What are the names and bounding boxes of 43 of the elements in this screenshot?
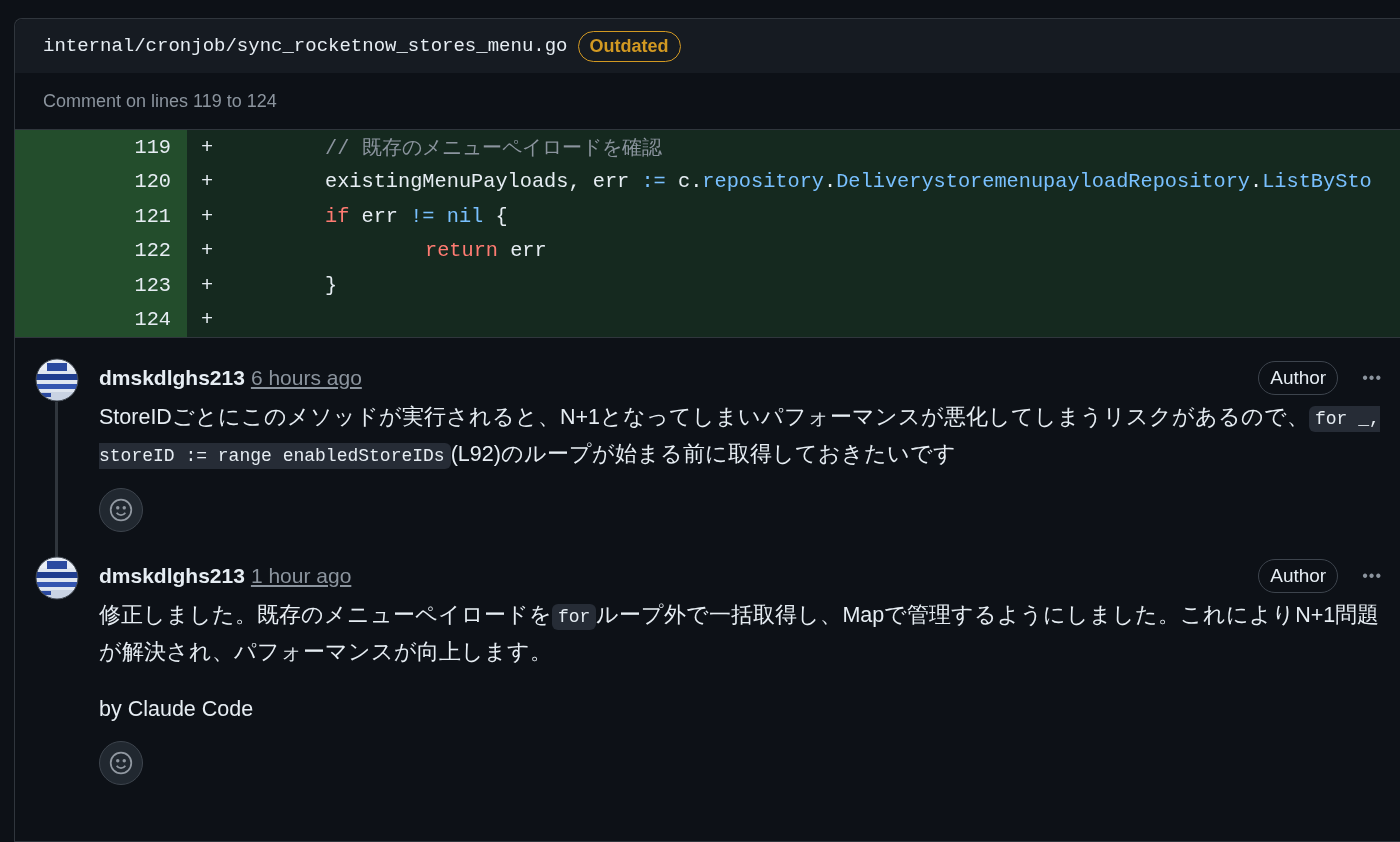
code-token: err bbox=[360, 204, 400, 228]
code-token: . bbox=[824, 170, 837, 194]
avatar bbox=[35, 358, 79, 402]
code-token: } bbox=[325, 273, 338, 297]
timestamp-link[interactable]: 1 hour ago bbox=[250, 564, 352, 588]
diff-sign: + bbox=[201, 170, 215, 194]
code-token: c. bbox=[676, 170, 703, 194]
line-number-cell: 124 bbox=[15, 302, 187, 337]
code-token: if bbox=[325, 204, 350, 228]
code-token: return bbox=[425, 239, 499, 263]
code-token: . bbox=[1250, 170, 1263, 194]
diff-sign: + bbox=[201, 273, 215, 297]
code-token: // 既存のメニューペイロードを確認 bbox=[325, 136, 662, 162]
file-path[interactable]: internal/cronjob/sync_rocketnow_stores_menu.go bbox=[43, 35, 568, 57]
smiley-icon bbox=[108, 497, 134, 523]
line-number-cell: 121 bbox=[15, 199, 187, 234]
smiley-icon bbox=[108, 750, 134, 776]
diff-sign: + bbox=[201, 239, 215, 263]
code-token: { bbox=[494, 204, 508, 228]
code-token: != nil bbox=[410, 204, 484, 228]
add-reaction-button[interactable] bbox=[99, 488, 143, 532]
code-token: := bbox=[641, 170, 666, 194]
diff-sign: + bbox=[201, 204, 215, 228]
timestamp-link[interactable]: 6 hours ago bbox=[250, 366, 362, 390]
author-name[interactable]: dmskdlghs213 bbox=[99, 564, 245, 588]
comment-text: 修正しました。既存のメニューペイロードを for ループ外で一括取得し、Mapで管理するようにしました。これによりN+1問題が解決され、パフォーマンスが向上します。 bbox=[99, 602, 1381, 666]
more-options-button[interactable]: ••• bbox=[1358, 563, 1386, 589]
comment-text: by Claude Code bbox=[99, 696, 255, 723]
line-number-cell: 120 bbox=[15, 164, 187, 199]
author-name[interactable]: dmskdlghs213 bbox=[99, 366, 245, 390]
more-options-button[interactable]: ••• bbox=[1358, 365, 1386, 391]
line-number-cell: 122 bbox=[15, 233, 187, 268]
code-token: existingMenuPayloads, err bbox=[325, 170, 631, 194]
line-number-cell: 119 bbox=[15, 130, 187, 165]
add-reaction-button[interactable] bbox=[99, 741, 143, 785]
code-token: err bbox=[509, 239, 547, 263]
code-token: repository bbox=[702, 170, 825, 194]
code-token: ListBySto bbox=[1262, 170, 1372, 194]
diff-sign: + bbox=[201, 135, 215, 159]
avatar bbox=[35, 556, 79, 600]
diff-sign: + bbox=[201, 308, 215, 332]
code-token: DeliverystoremenupayloadRepository bbox=[836, 170, 1250, 194]
line-number-cell: 123 bbox=[15, 268, 187, 303]
